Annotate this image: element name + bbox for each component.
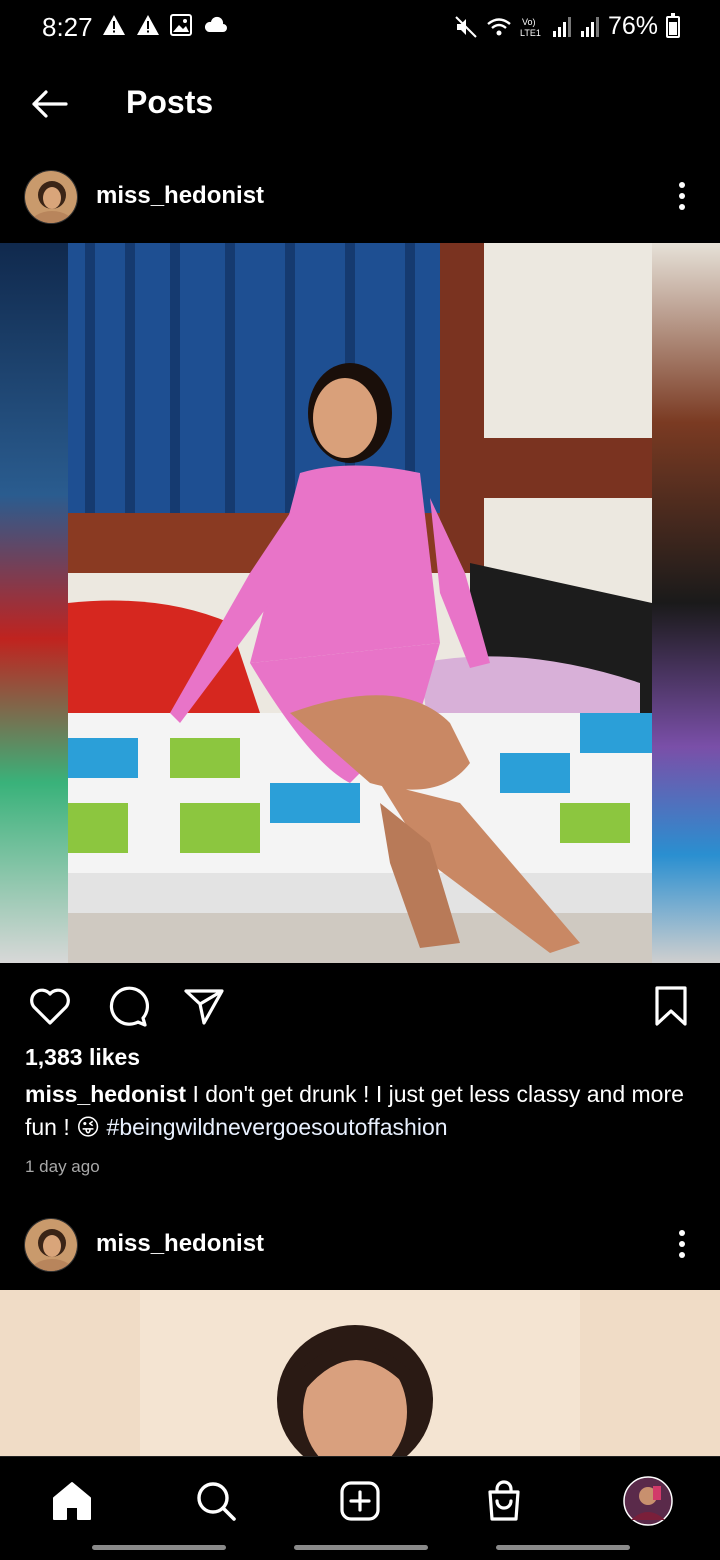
wifi-icon [487, 17, 511, 35]
post-photo[interactable] [0, 243, 720, 963]
avatar[interactable] [24, 170, 78, 224]
more-options-button[interactable] [666, 1224, 698, 1264]
post-username[interactable]: miss_hedonist [96, 182, 264, 210]
save-button[interactable] [645, 980, 697, 1032]
comment-icon [109, 986, 149, 1027]
gesture-bar [92, 1545, 226, 1550]
more-options-button[interactable] [666, 176, 698, 216]
post-timestamp: 1 day ago [25, 1157, 100, 1176]
page-title: Posts [126, 84, 214, 120]
post-header: miss_hedonist [0, 1204, 720, 1284]
shopping-bag-icon [488, 1480, 520, 1521]
back-arrow-icon [32, 90, 68, 118]
battery-icon [666, 12, 680, 38]
likes-count[interactable]: 1,383 likes [25, 1044, 140, 1071]
status-bar: 8:27 Vo) LTE1 76% [0, 0, 720, 56]
nav-profile-button[interactable] [618, 1471, 678, 1531]
post-username[interactable]: miss_hedonist [96, 1230, 264, 1258]
heart-icon [30, 988, 70, 1025]
mute-icon [455, 15, 477, 38]
share-button[interactable] [178, 980, 230, 1032]
caption-hashtag[interactable]: #beingwildnevergoesoutoffashion [107, 1114, 448, 1140]
comment-button[interactable] [101, 980, 153, 1032]
signal-icon [580, 16, 599, 37]
search-icon [197, 1482, 236, 1521]
status-notification-icons [102, 14, 228, 36]
volte-icon: Vo)LTE1 [520, 17, 541, 38]
nav-shop-button[interactable] [474, 1471, 534, 1531]
post-photo[interactable] [0, 1290, 720, 1456]
plus-square-icon [340, 1481, 380, 1521]
post-actions [0, 968, 720, 1038]
battery-percent: 76% [607, 12, 658, 40]
status-system-icons: Vo) LTE1 76% [454, 12, 680, 41]
bottom-navigation [0, 1456, 720, 1560]
profile-avatar [623, 1476, 673, 1526]
back-button[interactable] [24, 80, 72, 128]
avatar[interactable] [24, 1218, 78, 1272]
svg-text:Vo): Vo) [522, 17, 536, 27]
caption-username[interactable]: miss_hedonist [25, 1081, 186, 1107]
gesture-bar [294, 1545, 428, 1550]
cloud-icon [204, 16, 227, 32]
signal-icon [552, 16, 571, 37]
post-caption: miss_hedonist I don't get drunk ! I just… [25, 1078, 685, 1144]
svg-text:LTE1: LTE1 [520, 28, 541, 38]
warning-icon [137, 15, 159, 35]
more-vertical-icon [679, 182, 685, 210]
bookmark-icon [655, 986, 687, 1026]
nav-search-button[interactable] [186, 1471, 246, 1531]
app-header: Posts [0, 66, 720, 140]
post-header: miss_hedonist [0, 156, 720, 236]
nav-home-button[interactable] [42, 1471, 102, 1531]
more-vertical-icon [679, 1230, 685, 1258]
warning-icon [103, 15, 125, 35]
gallery-icon [170, 14, 192, 36]
nav-create-button[interactable] [330, 1471, 390, 1531]
send-icon [184, 989, 224, 1025]
status-time: 8:27 [42, 12, 93, 42]
gesture-bar [496, 1545, 630, 1550]
home-icon [53, 1482, 91, 1520]
caption-emoji: 😜 [76, 1114, 101, 1140]
like-button[interactable] [24, 980, 76, 1032]
